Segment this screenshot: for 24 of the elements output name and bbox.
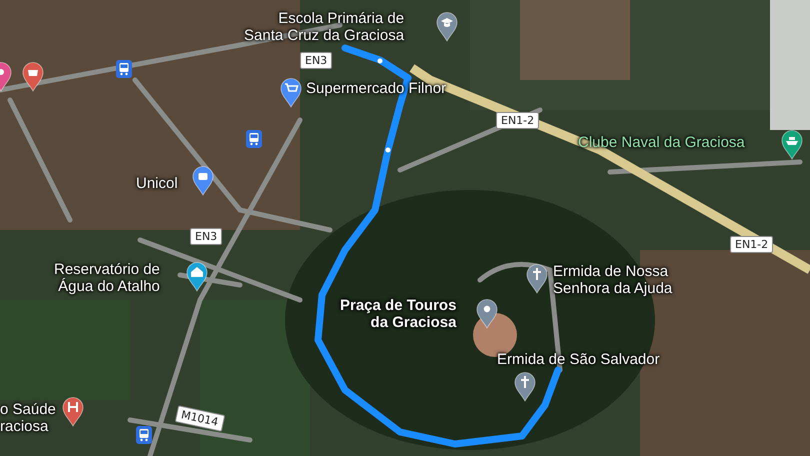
place-pin-icon[interactable] [476,299,498,329]
bag-pin-icon[interactable] [192,166,214,196]
cross-pin-icon[interactable] [514,372,536,402]
graduation-cap-pin-icon[interactable] [436,12,458,42]
place-label[interactable]: Praça de Touros da Graciosa [340,297,456,331]
road-number-sign: EN3 [190,228,222,245]
place-label[interactable]: Escola Primária de Santa Cruz da Graciosa [244,10,404,44]
boat-pin-icon[interactable] [781,130,803,160]
place-label[interactable]: Ermida de São Salvador [497,351,660,368]
bus-stop-icon[interactable] [116,60,132,78]
road-number-sign: EN1-2 [730,236,774,253]
place-label[interactable]: Reservatório de Água do Atalho [54,261,160,295]
mortar-pin-icon[interactable] [22,62,44,92]
bus-stop-icon[interactable] [246,130,262,148]
road-number-sign: EN3 [300,52,332,69]
cart-pin-icon[interactable] [280,78,302,108]
hospital-pin-icon[interactable] [62,397,84,427]
place-label[interactable]: o Saúde raciosa [0,401,56,435]
bus-stop-icon[interactable] [136,426,152,444]
road-number-sign: EN1-2 [496,112,540,129]
cross-pin-icon[interactable] [526,264,548,294]
place-label[interactable]: Unicol [136,175,178,192]
place-label[interactable]: Ermida de Nossa Senhora da Ajuda [553,263,672,297]
building-pin-icon[interactable] [186,262,208,292]
